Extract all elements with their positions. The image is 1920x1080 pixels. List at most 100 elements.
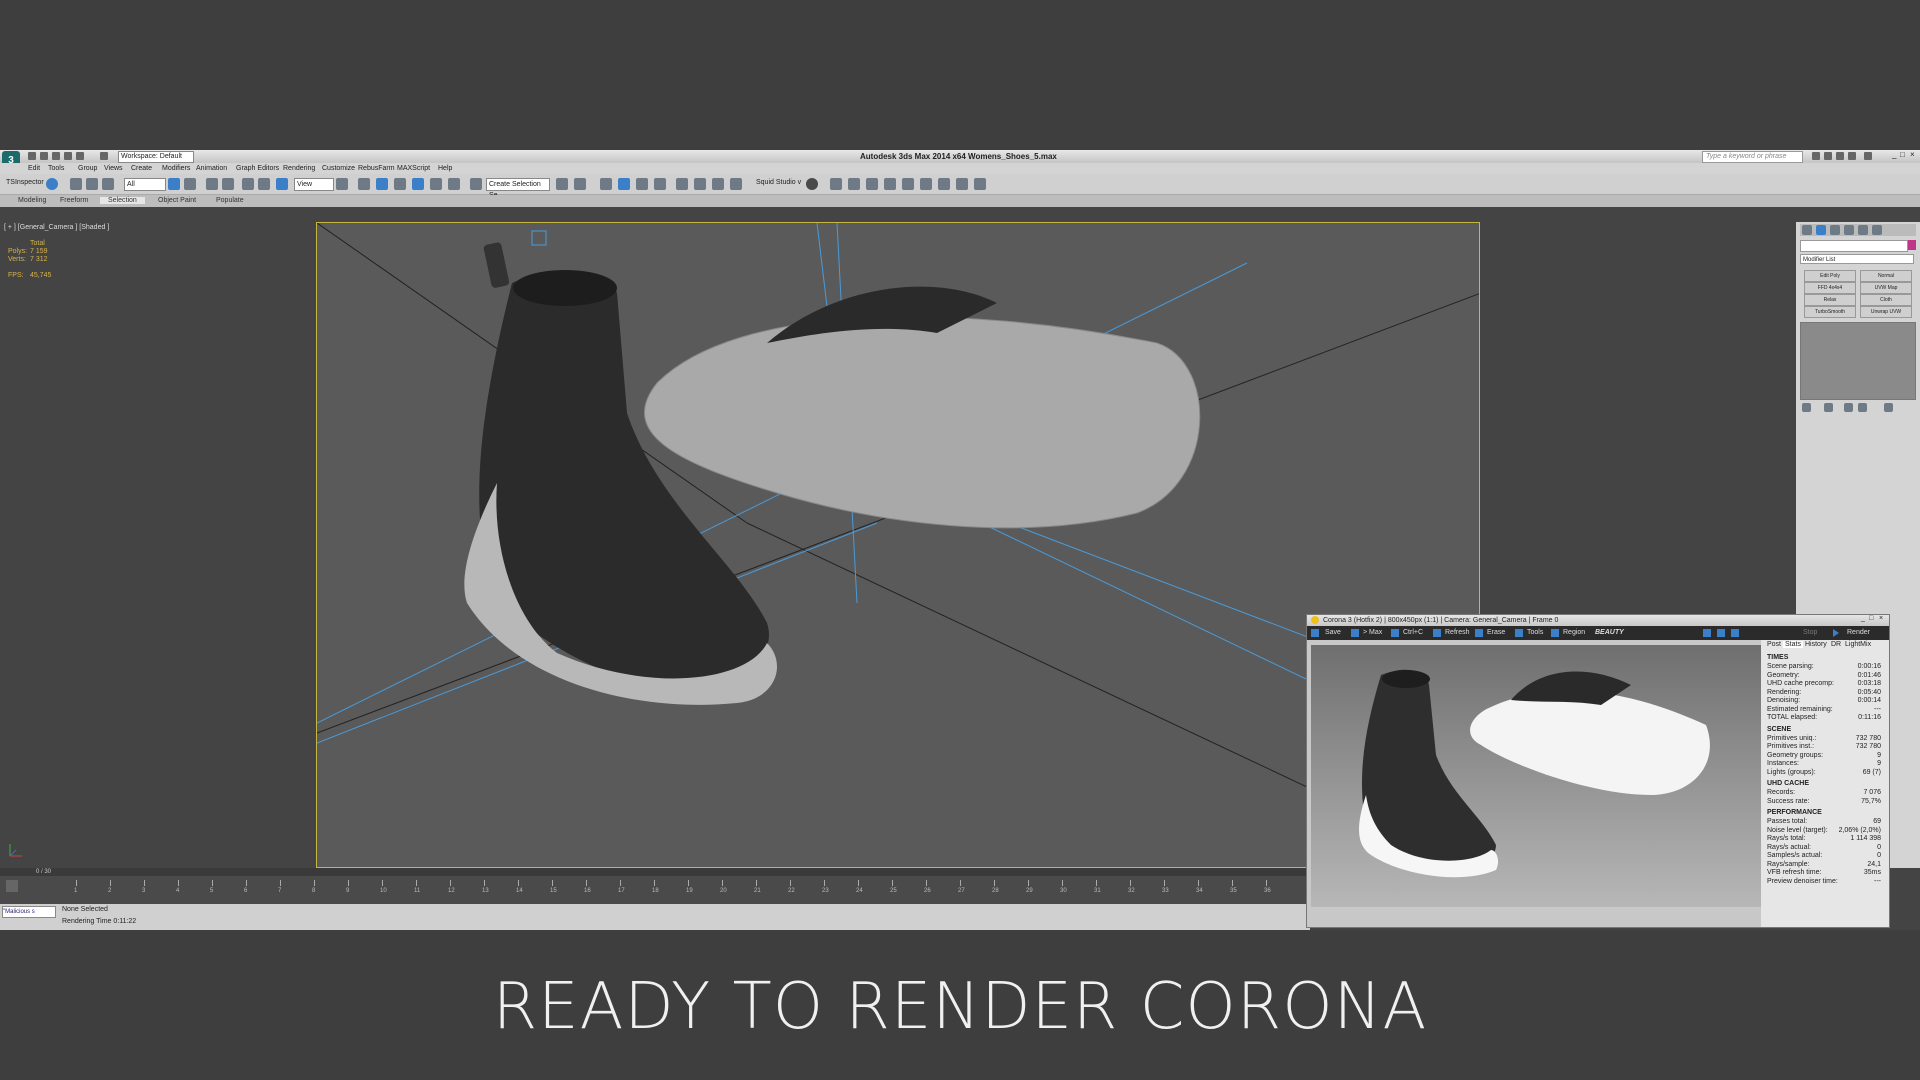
edit-named-selection-icon[interactable] [470,178,482,190]
render-setup-icon[interactable] [694,178,706,190]
rendered-frame-window-icon[interactable] [712,178,724,190]
menu-item-help[interactable]: Help [438,165,452,172]
plugin-tool-icon-4[interactable] [884,178,896,190]
menu-item-animation[interactable]: Animation [196,165,227,172]
vfb-tab-lightmix[interactable]: LightMix [1843,641,1873,648]
spinner-snap-icon[interactable] [448,178,460,190]
ribbon-tab-object-paint[interactable]: Object Paint [150,197,204,204]
vfb-tab-post[interactable]: Post [1765,641,1783,648]
project-folder-icon[interactable] [100,152,108,160]
menu-item-rendering[interactable]: Rendering [283,165,315,172]
modify-tab-icon[interactable] [1816,225,1826,235]
undo-icon[interactable] [64,152,72,160]
make-unique-icon[interactable] [1844,403,1853,412]
rotate-icon[interactable] [258,178,270,190]
keyboard-shortcut-icon[interactable] [376,178,388,190]
vfb-tab-dr[interactable]: DR [1829,641,1843,648]
vfb-region-button[interactable]: Region [1563,629,1585,636]
timeline-track[interactable]: 1 2 3 4 5 6 7 8 9 10 11 12 13 14 15 16 17 18 19 20 21 22 23 24 2… [0,876,1310,904]
object-color-swatch[interactable] [1908,240,1916,250]
link-icon[interactable] [70,178,82,190]
plugin-tool-icon-6[interactable] [920,178,932,190]
ribbon-toggle-icon[interactable] [618,178,630,190]
menu-item-create[interactable]: Create [131,165,152,172]
plugin-tool-icon-3[interactable] [866,178,878,190]
menu-item-views[interactable]: Views [104,165,123,172]
vfb-maximize-icon[interactable]: □ [1869,615,1873,622]
help-icon[interactable] [1864,152,1872,160]
select-manipulate-icon[interactable] [358,178,370,190]
star-icon[interactable] [1848,152,1856,160]
plugin-tool-icon-8[interactable] [956,178,968,190]
inspector-icon[interactable] [46,178,58,190]
window-crossing-icon[interactable] [222,178,234,190]
modifier-button-ffd-4x4x4[interactable]: FFD 4x4x4 [1804,282,1856,294]
menu-item-tools[interactable]: Tools [48,165,64,172]
maximize-icon[interactable]: □ [1900,150,1905,159]
modifier-button-relax[interactable]: Relax [1804,294,1856,306]
menu-item-graph-editors[interactable]: Graph Editors [236,165,279,172]
zoom-in-icon[interactable] [1703,629,1711,637]
close-icon[interactable]: × [1910,150,1915,159]
shopping-cart-icon[interactable] [974,178,986,190]
menu-item-modifiers[interactable]: Modifiers [162,165,190,172]
mini-curve-editor-icon[interactable] [6,880,18,892]
remove-modifier-icon[interactable] [1858,403,1867,412]
rectangle-select-icon[interactable] [206,178,218,190]
frame-readout[interactable]: 0 / 30 [36,869,51,875]
render-production-icon[interactable] [730,178,742,190]
ribbon-tab-freeform[interactable]: Freeform [52,197,96,204]
selection-filter-dropdown[interactable]: All [124,178,166,191]
zoom-fit-icon[interactable] [1731,629,1739,637]
menu-item-group[interactable]: Group [78,165,97,172]
hierarchy-tab-icon[interactable] [1830,225,1840,235]
select-object-icon[interactable] [168,178,180,190]
angle-snap-icon[interactable] [412,178,424,190]
search-input[interactable]: Type a keyword or phrase [1702,151,1803,163]
modifier-stack[interactable] [1800,322,1916,400]
user-icon[interactable] [1836,152,1844,160]
create-tab-icon[interactable] [1802,225,1812,235]
mirror-icon[interactable] [556,178,568,190]
modifier-button-turbosmooth[interactable]: TurboSmooth [1804,306,1856,318]
display-tab-icon[interactable] [1858,225,1868,235]
ribbon-tab-populate[interactable]: Populate [208,197,252,204]
reference-coord-dropdown[interactable]: View [294,178,334,191]
workspace-dropdown[interactable]: Workspace: Default [118,151,194,163]
modifier-button-edit-poly[interactable]: Edit Poly [1804,270,1856,282]
align-icon[interactable] [574,178,586,190]
scale-icon[interactable] [276,178,288,190]
select-by-name-icon[interactable] [184,178,196,190]
subscription-icon[interactable] [1824,152,1832,160]
left-viewport[interactable]: [ + ] [General_Camera ] [Shaded ] Total … [0,222,316,868]
vfb-stop-button[interactable]: Stop [1803,629,1817,636]
ribbon-tab-selection[interactable]: Selection [100,197,145,204]
menu-item-customize[interactable]: Customize [322,165,355,172]
plugin-tool-icon-2[interactable] [848,178,860,190]
percent-snap-icon[interactable] [430,178,442,190]
configure-sets-icon[interactable] [1884,403,1893,412]
vfb-tab-stats[interactable]: Stats [1783,641,1803,648]
vfb-to-max-button[interactable]: > Max [1363,629,1382,636]
move-icon[interactable] [242,178,254,190]
squid-studio-label[interactable]: Squid Studio v [756,179,801,186]
unlink-icon[interactable] [86,178,98,190]
vfb-minimize-icon[interactable]: _ [1861,615,1865,622]
utilities-tab-icon[interactable] [1872,225,1882,235]
binoculars-icon[interactable] [1812,152,1820,160]
modifier-list-dropdown[interactable]: Modifier List [1800,254,1914,264]
curve-editor-icon[interactable] [636,178,648,190]
bind-spacewarp-icon[interactable] [102,178,114,190]
vfb-copy-button[interactable]: Ctrl+C [1403,629,1423,636]
vfb-erase-button[interactable]: Erase [1487,629,1505,636]
named-selection-dropdown[interactable]: Create Selection Se [486,178,550,199]
pin-stack-icon[interactable] [1802,403,1811,412]
new-icon[interactable] [28,152,36,160]
open-icon[interactable] [40,152,48,160]
schematic-view-icon[interactable] [654,178,666,190]
menu-item-edit[interactable]: Edit [28,165,40,172]
vfb-tab-history[interactable]: History [1803,641,1829,648]
modifier-button-cloth[interactable]: Cloth [1860,294,1912,306]
vfb-save-button[interactable]: Save [1325,629,1341,636]
minimize-icon[interactable]: _ [1892,150,1896,159]
